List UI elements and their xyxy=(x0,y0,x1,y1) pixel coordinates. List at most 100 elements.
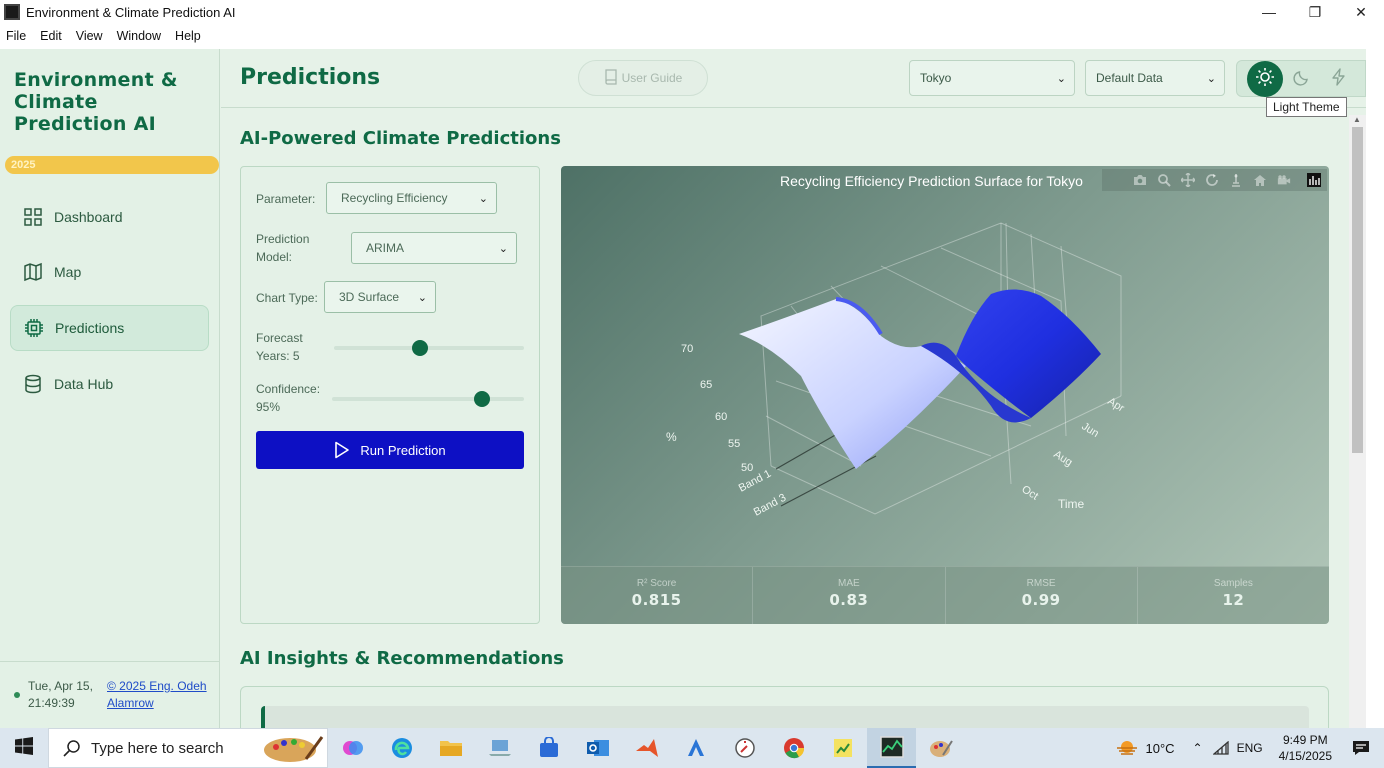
sidebar-footer: Tue, Apr 15, 21:49:39 © 2025 Eng. Odeh A… xyxy=(0,661,220,728)
energy-theme-button[interactable] xyxy=(1321,61,1357,97)
z-tick-label: 60 xyxy=(715,411,727,423)
zoom-icon[interactable] xyxy=(1157,173,1171,187)
sidebar-item-map[interactable]: Map xyxy=(10,249,209,295)
search-placeholder: Type here to search xyxy=(91,739,224,757)
metric-label: Samples xyxy=(1213,578,1253,589)
dataset-select[interactable]: Default Data ⌄ xyxy=(1085,60,1225,96)
menu-view[interactable]: View xyxy=(76,29,103,43)
network-icon[interactable] xyxy=(1212,741,1229,755)
home-icon[interactable] xyxy=(1253,173,1267,187)
paint-app-icon[interactable] xyxy=(916,728,965,768)
start-button[interactable] xyxy=(0,728,48,768)
sidebar-item-label: Dashboard xyxy=(54,209,123,225)
compass-app-icon[interactable] xyxy=(720,728,769,768)
metric-label: R² Score xyxy=(636,578,677,589)
video-icon[interactable] xyxy=(1277,173,1291,187)
turntable-icon[interactable] xyxy=(1229,173,1243,187)
city-select[interactable]: Tokyo ⌄ xyxy=(909,60,1075,96)
book-icon xyxy=(604,68,618,88)
sidebar-item-predictions[interactable]: Predictions xyxy=(10,305,209,351)
confidence-slider[interactable] xyxy=(332,391,524,407)
laptop-app-icon[interactable] xyxy=(475,728,524,768)
x-tick-label: Apr xyxy=(1105,395,1126,414)
control-panel: Parameter: Recycling Efficiency ⌄ Predic… xyxy=(240,166,540,624)
city-select-value: Tokyo xyxy=(920,71,952,85)
taskbar-search[interactable]: Type here to search xyxy=(48,728,328,768)
prediction-chart[interactable]: 70 65 60 55 50 % Band 1 Band 3 Apr Jun A… xyxy=(561,166,1329,624)
metric-samples: Samples 12 xyxy=(1138,567,1329,624)
arduino-app-icon[interactable] xyxy=(671,728,720,768)
chart-title: Recycling Efficiency Prediction Surface … xyxy=(780,173,1083,189)
sidebar: Environment & Climate Prediction AI 2025… xyxy=(0,49,220,728)
windows-logo-icon xyxy=(15,736,33,760)
taskbar-clock[interactable]: 9:49 PM 4/15/2025 xyxy=(1279,732,1332,764)
surface-plot[interactable]: 70 65 60 55 50 % Band 1 Band 3 Apr Jun A… xyxy=(561,166,1329,566)
window-title: Environment & Climate Prediction AI xyxy=(26,4,236,20)
notes-app-icon[interactable] xyxy=(818,728,867,768)
language-indicator[interactable]: ENG xyxy=(1237,741,1263,755)
page-title: Predictions xyxy=(240,65,381,90)
forecast-years-slider[interactable] xyxy=(334,340,524,356)
minimize-button[interactable]: — xyxy=(1246,0,1292,24)
chevron-up-icon[interactable]: ⌃ xyxy=(1193,741,1203,755)
paint-palette-icon xyxy=(262,733,324,763)
sun-icon xyxy=(1255,67,1275,92)
matlab-app-icon[interactable] xyxy=(622,728,671,768)
forecast-years-label: Forecast Years: 5 xyxy=(256,331,303,363)
camera-icon[interactable] xyxy=(1133,173,1147,187)
store-app-icon[interactable] xyxy=(524,728,573,768)
confidence-slider-handle[interactable] xyxy=(473,391,490,407)
metric-value: 12 xyxy=(1222,591,1245,609)
map-icon xyxy=(22,261,44,283)
orbit-icon[interactable] xyxy=(1205,173,1219,187)
model-select[interactable]: ARIMA ⌄ xyxy=(351,232,517,264)
maximize-button[interactable]: ❐ xyxy=(1292,0,1338,24)
notification-icon[interactable] xyxy=(1352,740,1370,756)
z-tick-label: 65 xyxy=(700,379,712,391)
moon-icon xyxy=(1293,68,1311,91)
metric-value: 0.815 xyxy=(631,591,682,609)
edge-browser-icon[interactable] xyxy=(377,728,426,768)
weather-temperature[interactable]: 10°C xyxy=(1145,741,1174,756)
footer-credit-link[interactable]: © 2025 Eng. Odeh Alamrow xyxy=(107,678,207,712)
parameter-select[interactable]: Recycling Efficiency ⌄ xyxy=(326,182,497,214)
weather-icon[interactable] xyxy=(1115,739,1139,757)
outlook-app-icon[interactable] xyxy=(573,728,622,768)
menu-help[interactable]: Help xyxy=(175,29,201,43)
chip-icon xyxy=(23,317,45,339)
chevron-down-icon: ⌄ xyxy=(417,292,427,304)
chart-type-select-value: 3D Surface xyxy=(339,290,400,304)
copilot-app-icon[interactable] xyxy=(328,728,377,768)
file-explorer-icon[interactable] xyxy=(426,728,475,768)
run-prediction-button[interactable]: Run Prediction xyxy=(256,431,524,469)
scroll-thumb[interactable] xyxy=(1352,127,1363,453)
sidebar-item-label: Predictions xyxy=(55,320,125,336)
dark-theme-button[interactable] xyxy=(1284,61,1320,97)
sidebar-item-dashboard[interactable]: Dashboard xyxy=(10,194,209,240)
pan-icon[interactable] xyxy=(1181,173,1195,187)
chrome-browser-icon[interactable] xyxy=(769,728,818,768)
scroll-up-arrow-icon[interactable]: ▲ xyxy=(1353,115,1361,124)
y-tick-label: Band 3 xyxy=(752,492,788,519)
menu-file[interactable]: File xyxy=(6,29,26,43)
climate-app-taskbar-icon[interactable] xyxy=(867,728,916,768)
page-scrollbar[interactable]: ▲ ▼ xyxy=(1349,115,1366,728)
menu-edit[interactable]: Edit xyxy=(40,29,62,43)
user-guide-button[interactable]: User Guide xyxy=(578,60,708,96)
theme-tooltip: Light Theme xyxy=(1266,97,1347,117)
sidebar-item-data-hub[interactable]: Data Hub xyxy=(10,361,209,407)
x-tick-label: Aug xyxy=(1051,448,1074,469)
parameter-select-value: Recycling Efficiency xyxy=(341,191,448,205)
chart-type-select[interactable]: 3D Surface ⌄ xyxy=(324,281,436,313)
light-theme-button[interactable] xyxy=(1247,61,1283,97)
surface-low-region xyxy=(739,299,966,469)
plotly-logo-icon[interactable] xyxy=(1307,173,1321,187)
footer-datetime: Tue, Apr 15, 21:49:39 xyxy=(28,678,103,712)
sidebar-item-label: Data Hub xyxy=(54,376,114,392)
chevron-down-icon: ⌄ xyxy=(498,243,508,255)
menu-window[interactable]: Window xyxy=(117,29,161,43)
taskbar: Type here to search 10°C ⌃ ENG 9:49 PM 4… xyxy=(0,728,1384,768)
chevron-down-icon: ⌄ xyxy=(1056,73,1066,85)
forecast-slider-handle[interactable] xyxy=(411,340,428,356)
close-button[interactable]: ✕ xyxy=(1338,0,1384,24)
